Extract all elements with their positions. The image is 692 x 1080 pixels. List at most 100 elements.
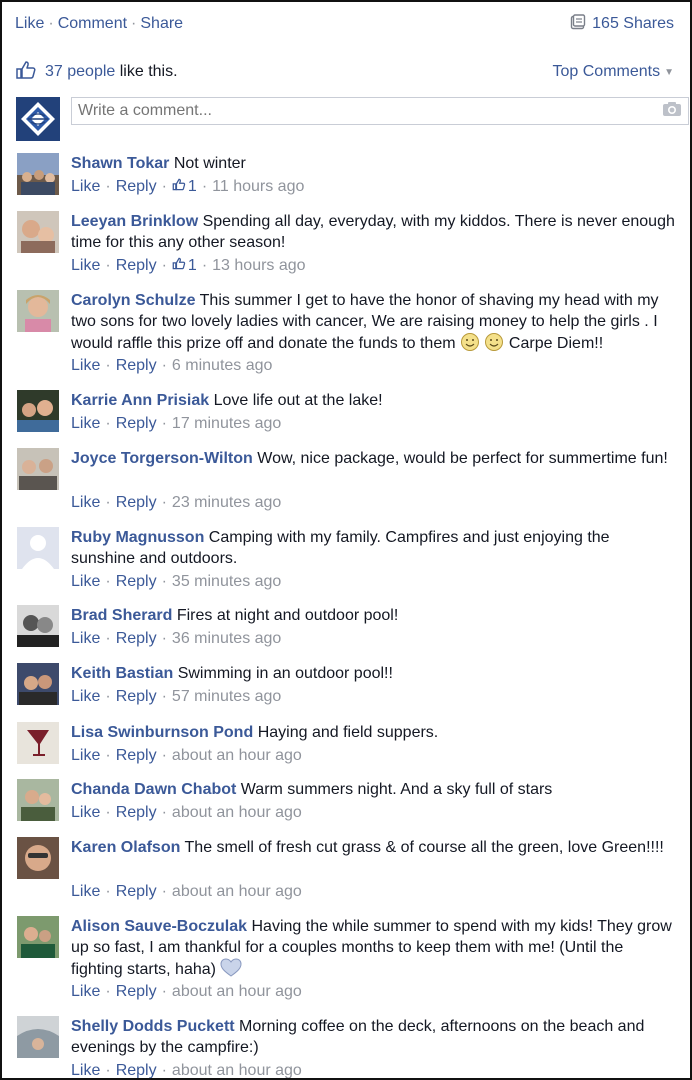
comment-like-count[interactable]: 1 xyxy=(172,255,197,276)
commenter-name[interactable]: Karrie Ann Prisiak xyxy=(71,392,209,409)
commenter-name[interactable]: Brad Sherard xyxy=(71,607,172,624)
comment-timestamp: 6 minutes ago xyxy=(171,357,273,374)
commenter-name[interactable]: Keith Bastian xyxy=(71,665,173,682)
comment-meta: Like · Reply · about an hour ago xyxy=(71,1060,302,1079)
avatar[interactable] xyxy=(17,448,59,490)
like-link[interactable]: Like xyxy=(71,686,100,707)
avatar[interactable] xyxy=(17,390,59,432)
commenter-name[interactable]: Ruby Magnusson xyxy=(71,529,204,546)
avatar[interactable] xyxy=(17,722,59,764)
comment-meta: Like · Reply · about an hour ago xyxy=(71,881,302,902)
reply-link[interactable]: Reply xyxy=(116,628,157,649)
comment-post-link[interactable]: Comment xyxy=(58,15,127,32)
reply-link[interactable]: Reply xyxy=(116,355,157,376)
comment-timestamp: 36 minutes ago xyxy=(171,630,282,647)
comment-meta: Like · Reply · 17 minutes ago xyxy=(71,413,282,434)
comment-timestamp: 35 minutes ago xyxy=(171,573,282,590)
like-link[interactable]: Like xyxy=(71,802,100,823)
post-actions: Like · Comment · Share xyxy=(15,15,183,33)
camera-icon[interactable] xyxy=(662,101,682,122)
likes-suffix: like this. xyxy=(115,63,178,80)
comment-sort-dropdown[interactable]: Top Comments ▼ xyxy=(553,63,675,81)
commenter-name[interactable]: Alison Sauve-Boczulak xyxy=(71,918,247,935)
comment-body: Brad Sherard Fires at night and outdoor … xyxy=(71,605,677,626)
reply-link[interactable]: Reply xyxy=(116,413,157,434)
like-link[interactable]: Like xyxy=(71,176,100,197)
like-link[interactable]: Like xyxy=(71,881,100,902)
separator: · xyxy=(48,15,54,32)
avatar[interactable] xyxy=(17,1016,59,1058)
commenter-name[interactable]: Leeyan Brinklow xyxy=(71,213,198,230)
avatar[interactable] xyxy=(17,779,59,821)
avatar[interactable] xyxy=(17,605,59,647)
avatar[interactable] xyxy=(17,153,59,195)
share-icon xyxy=(570,13,586,35)
comment-timestamp: about an hour ago xyxy=(171,747,302,764)
reply-link[interactable]: Reply xyxy=(116,881,157,902)
chevron-down-icon: ▼ xyxy=(664,66,674,78)
avatar[interactable] xyxy=(17,916,59,958)
comment-meta: Like · Reply · 1 · 13 hours ago xyxy=(71,255,306,276)
comment-timestamp: 23 minutes ago xyxy=(171,494,282,511)
avatar[interactable] xyxy=(17,290,59,332)
page-avatar xyxy=(16,97,60,141)
commenter-name[interactable]: Carolyn Schulze xyxy=(71,292,195,309)
comment-timestamp: about an hour ago xyxy=(171,1062,302,1079)
comment-text: Warm summers night. And a sky full of st… xyxy=(240,781,553,798)
like-post-link[interactable]: Like xyxy=(15,15,44,32)
comment-text: Fires at night and outdoor pool! xyxy=(176,607,399,624)
like-link[interactable]: Like xyxy=(71,628,100,649)
commenter-name[interactable]: Shelly Dodds Puckett xyxy=(71,1018,235,1035)
like-link[interactable]: Like xyxy=(71,492,100,513)
reply-link[interactable]: Reply xyxy=(116,745,157,766)
like-link[interactable]: Like xyxy=(71,571,100,592)
comment-text-end: Carpe Diem!! xyxy=(508,335,604,352)
like-link[interactable]: Like xyxy=(71,413,100,434)
comment-input[interactable] xyxy=(78,102,598,120)
commenter-name[interactable]: Joyce Torgerson-Wilton xyxy=(71,450,253,467)
reply-link[interactable]: Reply xyxy=(116,802,157,823)
comment-timestamp: 57 minutes ago xyxy=(171,688,282,705)
post-action-bar: Like · Comment · Share 165 Shares xyxy=(15,13,674,35)
reply-link[interactable]: Reply xyxy=(116,1060,157,1078)
likers-link[interactable]: 37 people xyxy=(45,63,115,80)
shares-count-link[interactable]: 165 Shares xyxy=(570,13,674,35)
comment-timestamp: about an hour ago xyxy=(171,983,302,1000)
comment-text: Swimming in an outdoor pool!! xyxy=(177,665,393,682)
comment-body: Keith Bastian Swimming in an outdoor poo… xyxy=(71,663,677,684)
avatar[interactable] xyxy=(17,211,59,253)
reply-link[interactable]: Reply xyxy=(116,176,157,197)
avatar[interactable] xyxy=(17,837,59,879)
avatar[interactable] xyxy=(17,527,59,569)
like-link[interactable]: Like xyxy=(71,1060,100,1078)
thumbs-up-icon xyxy=(172,176,186,197)
comment-text: Wow, nice package, would be perfect for … xyxy=(257,450,668,467)
comment-body: Shelly Dodds Puckett Morning coffee on t… xyxy=(71,1016,677,1058)
comment-timestamp: 17 minutes ago xyxy=(171,415,282,432)
share-post-link[interactable]: Share xyxy=(140,15,183,32)
like-link[interactable]: Like xyxy=(71,255,100,276)
reply-link[interactable]: Reply xyxy=(116,492,157,513)
like-link[interactable]: Like xyxy=(71,355,100,376)
comment-like-count[interactable]: 1 xyxy=(172,176,197,197)
reply-link[interactable]: Reply xyxy=(116,686,157,707)
commenter-name[interactable]: Lisa Swinburnson Pond xyxy=(71,724,253,741)
like-link[interactable]: Like xyxy=(71,981,100,1002)
comment-meta: Like · Reply · about an hour ago xyxy=(71,981,302,1002)
reply-link[interactable]: Reply xyxy=(116,255,157,276)
comment-body: Karrie Ann Prisiak Love life out at the … xyxy=(71,390,677,411)
commenter-name[interactable]: Shawn Tokar xyxy=(71,155,169,172)
comment-body: Shawn Tokar Not winter xyxy=(71,153,677,174)
comment-meta: Like · Reply · 35 minutes ago xyxy=(71,571,282,592)
comment-body: Lisa Swinburnson Pond Haying and field s… xyxy=(71,722,677,743)
like-count: 1 xyxy=(187,257,197,274)
commenter-name[interactable]: Chanda Dawn Chabot xyxy=(71,781,236,798)
comment-text: Love life out at the lake! xyxy=(213,392,383,409)
comment-meta: Like · Reply · 36 minutes ago xyxy=(71,628,282,649)
reply-link[interactable]: Reply xyxy=(116,981,157,1002)
avatar[interactable] xyxy=(17,663,59,705)
reply-link[interactable]: Reply xyxy=(116,571,157,592)
shares-count: 165 Shares xyxy=(592,15,674,32)
commenter-name[interactable]: Karen Olafson xyxy=(71,839,180,856)
like-link[interactable]: Like xyxy=(71,745,100,766)
